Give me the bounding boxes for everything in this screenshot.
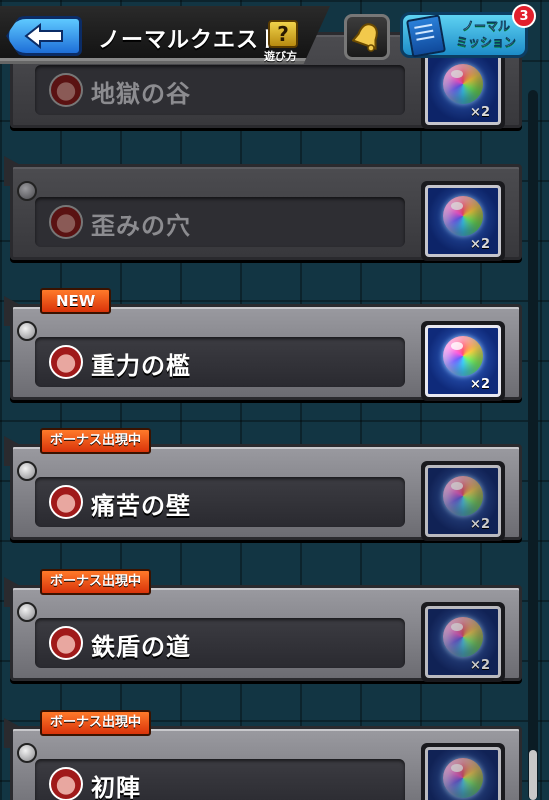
quest-name-box: 重力の檻 [35,337,405,387]
quest-name: 地獄の谷 [91,80,191,108]
reward-slot [421,743,505,800]
quest-name: 鉄盾の道 [91,633,191,661]
help-label: 遊び方 [264,50,297,63]
reward-multiplier: ×2 [470,377,490,392]
scroll-thumb[interactable] [529,750,537,800]
mission-count-badge: 3 [512,4,536,28]
reward-multiplier: ×2 [470,237,490,252]
question-mark-icon: ? [268,20,298,48]
new-tag: NEW [40,288,112,314]
pin-icon [17,743,37,763]
enemy-face-icon [49,205,83,239]
rainbow-orb-icon [443,196,483,236]
quest-item-3[interactable]: 痛苦の壁 ×2 ボーナス出現中 [4,428,522,541]
enemy-face-icon [49,485,83,519]
quest-name: 痛苦の壁 [91,492,191,520]
quest-name-box: 痛苦の壁 [35,477,405,527]
quest-panel: 痛苦の壁 ×2 [10,444,522,541]
rainbow-orb-icon [443,476,483,516]
enemy-face-icon [49,73,83,107]
help-button[interactable]: ? 遊び方 [264,20,308,64]
notification-bell-button[interactable] [344,14,390,60]
rainbow-orb-icon [443,617,483,657]
quest-item-5[interactable]: 初陣 ボーナス出現中 [4,710,522,800]
pin-icon [17,181,37,201]
quest-name: 初陣 [91,774,141,800]
back-button[interactable] [6,16,82,56]
reward-multiplier: ×2 [470,517,490,532]
rainbow-orb-icon [443,336,483,376]
reward-slot: ×2 [421,321,505,401]
pin-icon [17,602,37,622]
page-title: ノーマルクエスト [98,28,283,53]
enemy-face-icon [49,345,83,379]
bonus-tag: ボーナス出現中 [40,710,152,736]
quest-name-box: 初陣 [35,759,405,800]
bell-icon [352,23,378,52]
reward-slot: ×2 [421,181,505,261]
bonus-tag: ボーナス出現中 [40,569,152,595]
scrollbar[interactable] [528,90,538,800]
quest-name: 重力の檻 [91,352,191,380]
quest-panel: 鉄盾の道 ×2 [10,585,522,682]
quest-item-1[interactable]: 歪みの穴 ×2 [4,156,522,261]
pin-icon [17,321,37,341]
reward-slot: ×2 [421,602,505,682]
normal-mission-button[interactable]: ノーマル ミッション [400,12,528,58]
enemy-face-icon [49,767,83,800]
quest-item-2[interactable]: 重力の檻 ×2 NEW [4,288,522,401]
quest-name-box: 地獄の谷 [35,65,405,115]
reward-multiplier: ×2 [470,658,490,673]
quest-panel: 初陣 [10,726,522,800]
quest-name: 歪みの穴 [91,212,191,240]
back-arrow-icon [24,23,63,49]
bonus-tag: ボーナス出現中 [40,428,152,454]
reward-multiplier: ×2 [470,105,490,120]
quest-panel: 歪みの穴 ×2 [10,164,522,261]
quest-name-box: 鉄盾の道 [35,618,405,668]
header: ノーマルクエスト ? 遊び方 ノーマル ミッション 3 [0,0,549,72]
book-icon [405,14,447,58]
reward-slot: ×2 [421,461,505,541]
quest-list[interactable]: 地獄の谷 ×2 歪みの穴 ×2 重力の檻 ×2 NEW 痛苦の壁 ×2 ボーナス… [0,0,549,800]
rainbow-orb-icon [443,758,483,798]
quest-panel: 重力の檻 ×2 [10,304,522,401]
quest-item-4[interactable]: 鉄盾の道 ×2 ボーナス出現中 [4,569,522,682]
quest-name-box: 歪みの穴 [35,197,405,247]
pin-icon [17,461,37,481]
enemy-face-icon [49,626,83,660]
